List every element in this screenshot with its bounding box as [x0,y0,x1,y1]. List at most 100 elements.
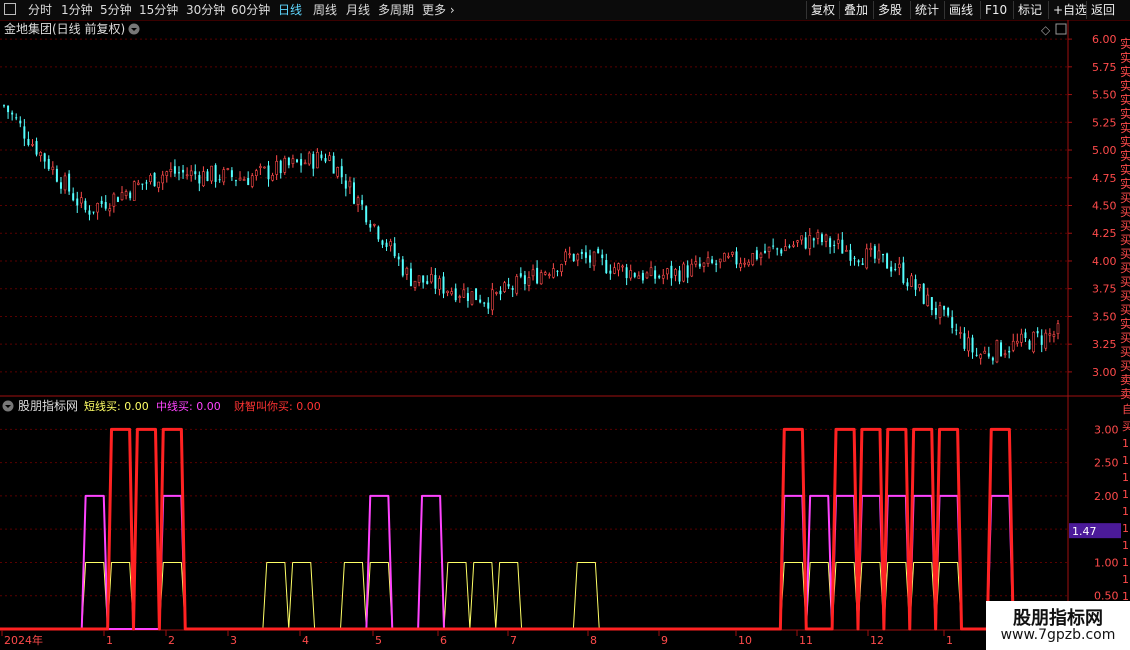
right-edge-char: 买 [1120,275,1130,289]
main-y-tick-label: 3.00 [1092,366,1117,379]
period-tab-4[interactable]: 30分钟 [186,2,225,18]
candle-body [487,302,490,309]
candle-body [194,171,197,175]
candle-body [263,166,266,169]
candle-body [605,260,608,273]
right-edge-char: 买 [1120,205,1130,219]
period-tab-9[interactable]: 多周期 [378,2,414,18]
candle-body [361,200,364,205]
candle-body [674,269,677,276]
toolbar-button-6[interactable]: 标记 [1013,1,1046,19]
toolbar-button-4[interactable]: 画线 [944,1,977,19]
candle-body [31,143,34,146]
candle-body [259,166,262,168]
candle-body [296,159,299,162]
candle-body [312,154,315,169]
candle-body [568,253,571,256]
candle-body [983,350,987,354]
main-y-tick-label: 3.25 [1092,338,1117,351]
candle-body [804,237,807,249]
candle-body [1028,340,1031,350]
candle-body [96,203,99,213]
candle-body [332,155,335,174]
layout-toggle-icon[interactable] [4,3,16,15]
candle-body [72,193,75,201]
candle-body [1000,342,1003,357]
candle-body [238,177,242,181]
candle-body [930,297,933,311]
candle-body [617,263,620,271]
candle-body [446,290,449,293]
candle-body [100,200,103,204]
period-tab-5[interactable]: 60分钟 [231,2,270,18]
candle-body [947,307,950,316]
candle-body [836,239,840,244]
candle-body [189,170,193,176]
toolbar-button-0[interactable]: 复权 [806,1,839,19]
candle-body [479,299,482,303]
candle-body [348,180,352,188]
toolbar-button-2[interactable]: 多股 [873,1,906,19]
candle-body [511,288,514,290]
candle-body [788,246,791,248]
period-tab-10[interactable]: 更多 › [422,2,455,18]
period-tab-8[interactable]: 月线 [346,2,370,18]
right-edge-char: 买 [1120,247,1130,261]
toolbar-button-1[interactable]: 叠加 [839,1,872,19]
candle-body [3,105,5,107]
x-axis-label: 6 [440,634,447,647]
candle-body [173,166,176,174]
toolbar-button-7[interactable]: +自选 [1048,1,1091,19]
stock-chart: 6.00 5.75 5.50 5.25 5.00 4.75 4.50 4.25 4.00 3.75… [0,20,1130,650]
right-edge-char: 实 [1120,64,1130,79]
candle-body [698,263,701,267]
candle-body [560,264,563,272]
candle-body [39,152,42,156]
window-restore-icon[interactable] [1055,23,1067,35]
candle-body [149,175,152,183]
candle-body [975,354,978,356]
right-edge-char: 1 [1122,471,1129,484]
right-edge-char: 卖 [1120,373,1130,387]
toolbar-button-5[interactable]: F10 [980,1,1011,19]
candle-body [572,253,575,262]
candle-body [914,279,917,290]
candle-body [161,174,165,184]
right-edge-char: 1 [1122,556,1129,569]
candle-body [910,275,913,287]
period-tab-3[interactable]: 15分钟 [139,2,178,18]
candle-body [165,171,169,176]
x-axis-label: 2 [168,634,175,647]
candle-body [267,165,270,180]
candle-body [523,275,526,285]
right-edge-char: 1 [1122,454,1129,467]
right-edge-char: 实 [1120,120,1130,135]
candle-body [116,197,119,202]
indicator-name: 股朋指标网 [18,398,78,413]
period-tab-7[interactable]: 周线 [313,2,337,18]
candle-body [275,161,278,175]
right-edge-char: 买 [1120,303,1130,317]
period-tab-2[interactable]: 5分钟 [100,2,132,18]
candle-body [470,291,474,305]
period-tab-1[interactable]: 1分钟 [61,2,93,18]
period-tab-0[interactable]: 分时 [28,2,52,18]
toolbar-button-8[interactable]: 返回 [1086,1,1119,19]
candle-body [894,268,897,270]
candle-body [824,234,828,242]
candle-body [934,307,937,315]
period-tab-6[interactable]: 日线 [278,2,302,18]
candle-body [625,267,628,279]
candle-body [393,243,396,257]
candle-body [922,283,925,304]
candle-body [531,269,535,277]
candle-body [564,251,567,262]
candle-body [124,191,128,196]
candle-body [491,289,494,311]
toolbar-button-3[interactable]: 统计 [910,1,943,19]
right-edge-char: 实 [1120,148,1130,163]
candle-body [755,250,758,260]
candle-body [1020,333,1023,343]
candle-body [417,275,421,283]
candle-body [906,282,909,287]
